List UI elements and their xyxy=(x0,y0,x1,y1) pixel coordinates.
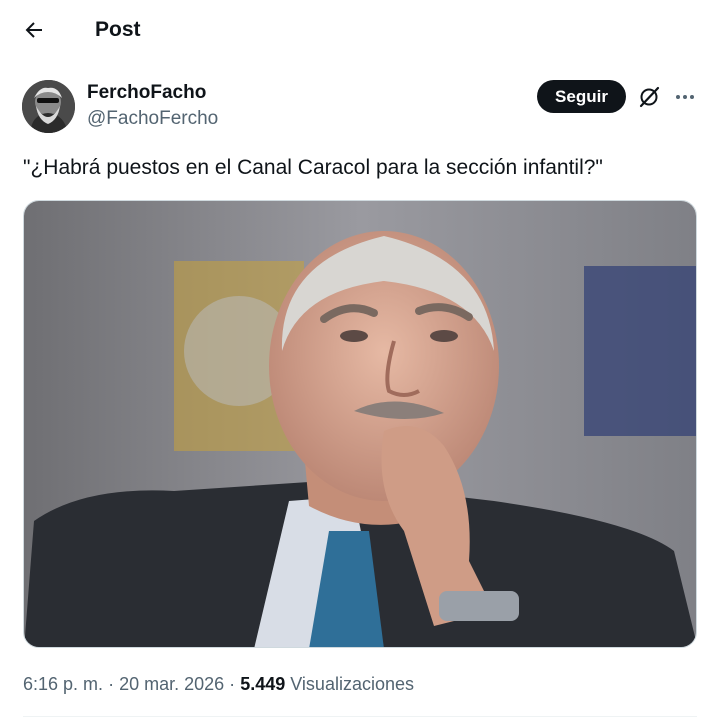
more-options-button[interactable] xyxy=(670,83,700,111)
meta-separator: · xyxy=(108,674,115,694)
divider xyxy=(23,716,697,717)
views-count: 5.449 xyxy=(240,674,286,694)
author-name[interactable]: FerchoFacho xyxy=(87,82,206,104)
tweet-meta: 6:16 p. m. · 20 mar. 2026 · 5.449 Visual… xyxy=(23,673,414,695)
arrow-left-icon xyxy=(25,22,42,38)
top-bar: Post xyxy=(0,0,720,60)
photo-image xyxy=(24,201,696,647)
meta-separator: · xyxy=(229,674,236,694)
avatar-image xyxy=(22,80,75,133)
grok-button[interactable] xyxy=(635,83,663,111)
tweet-time[interactable]: 6:16 p. m. xyxy=(23,674,103,694)
tweet-media-photo[interactable] xyxy=(23,200,697,648)
tweet-text: "¿Habrá puestos en el Canal Caracol para… xyxy=(23,156,603,179)
author-handle[interactable]: @FachoFercho xyxy=(87,108,218,130)
grok-icon xyxy=(639,86,660,108)
avatar[interactable] xyxy=(22,80,75,133)
back-button[interactable] xyxy=(16,12,52,48)
more-horizontal-icon xyxy=(676,95,694,99)
views-label: Visualizaciones xyxy=(290,674,414,694)
tweet-date[interactable]: 20 mar. 2026 xyxy=(119,674,224,694)
follow-button[interactable]: Seguir xyxy=(537,80,626,113)
page-title: Post xyxy=(95,18,141,41)
